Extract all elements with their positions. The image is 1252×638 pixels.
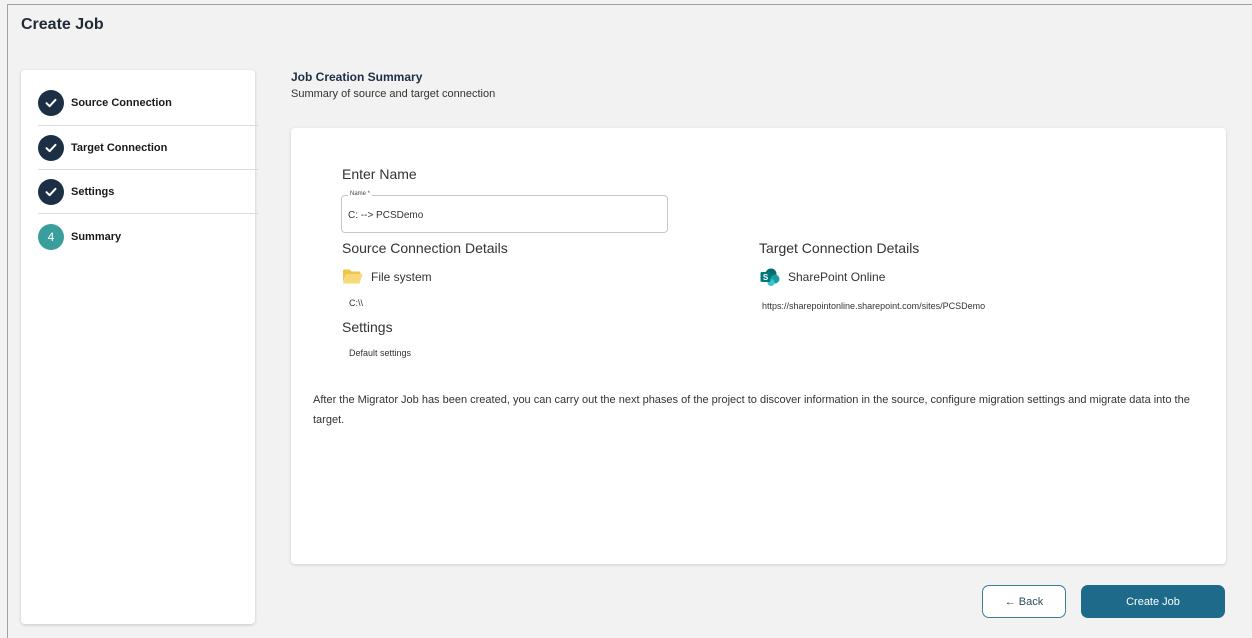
source-type-row: File system xyxy=(342,268,432,285)
summary-subheading: Summary of source and target connection xyxy=(291,88,496,100)
target-details-title: Target Connection Details xyxy=(759,240,920,256)
settings-title: Settings xyxy=(342,319,393,335)
target-type-row: S SharePoint Online xyxy=(760,268,885,286)
summary-card: Enter Name Name * Source Connection Deta… xyxy=(291,128,1226,564)
step-label: Settings xyxy=(71,186,115,198)
step-number-badge: 4 xyxy=(38,224,64,250)
create-job-button[interactable]: Create Job xyxy=(1081,585,1225,618)
back-button[interactable]: ← Back xyxy=(982,585,1066,618)
name-field: Name * xyxy=(341,191,668,233)
target-url: https://sharepointonline.sharepoint.com/… xyxy=(762,301,986,311)
info-text: After the Migrator Job has been created,… xyxy=(313,394,1190,426)
step-source-connection[interactable]: Source Connection xyxy=(38,81,238,125)
sharepoint-icon: S xyxy=(760,268,780,286)
target-type-label: SharePoint Online xyxy=(788,270,886,284)
step-summary[interactable]: 4 Summary xyxy=(38,215,238,259)
step-target-connection[interactable]: Target Connection xyxy=(38,126,238,170)
step-label: Target Connection xyxy=(71,142,168,154)
check-icon xyxy=(38,135,64,161)
source-path: C:\\ xyxy=(349,298,364,308)
step-divider xyxy=(38,213,259,214)
summary-heading: Job Creation Summary xyxy=(291,70,423,84)
page-title: Create Job xyxy=(21,16,104,33)
step-settings[interactable]: Settings xyxy=(38,170,238,214)
name-field-label: Name * xyxy=(348,191,373,197)
svg-text:S: S xyxy=(763,273,769,282)
name-input[interactable] xyxy=(348,207,658,223)
step-label: Source Connection xyxy=(71,97,172,109)
enter-name-title: Enter Name xyxy=(342,166,417,182)
source-type-label: File system xyxy=(371,269,432,284)
folder-icon xyxy=(342,268,363,285)
step-label: Summary xyxy=(71,231,122,243)
stepper-panel: Source Connection Target Connection Sett… xyxy=(21,70,259,624)
check-icon xyxy=(38,90,64,116)
check-icon xyxy=(38,179,64,205)
settings-value: Default settings xyxy=(349,348,412,358)
source-details-title: Source Connection Details xyxy=(342,240,508,256)
